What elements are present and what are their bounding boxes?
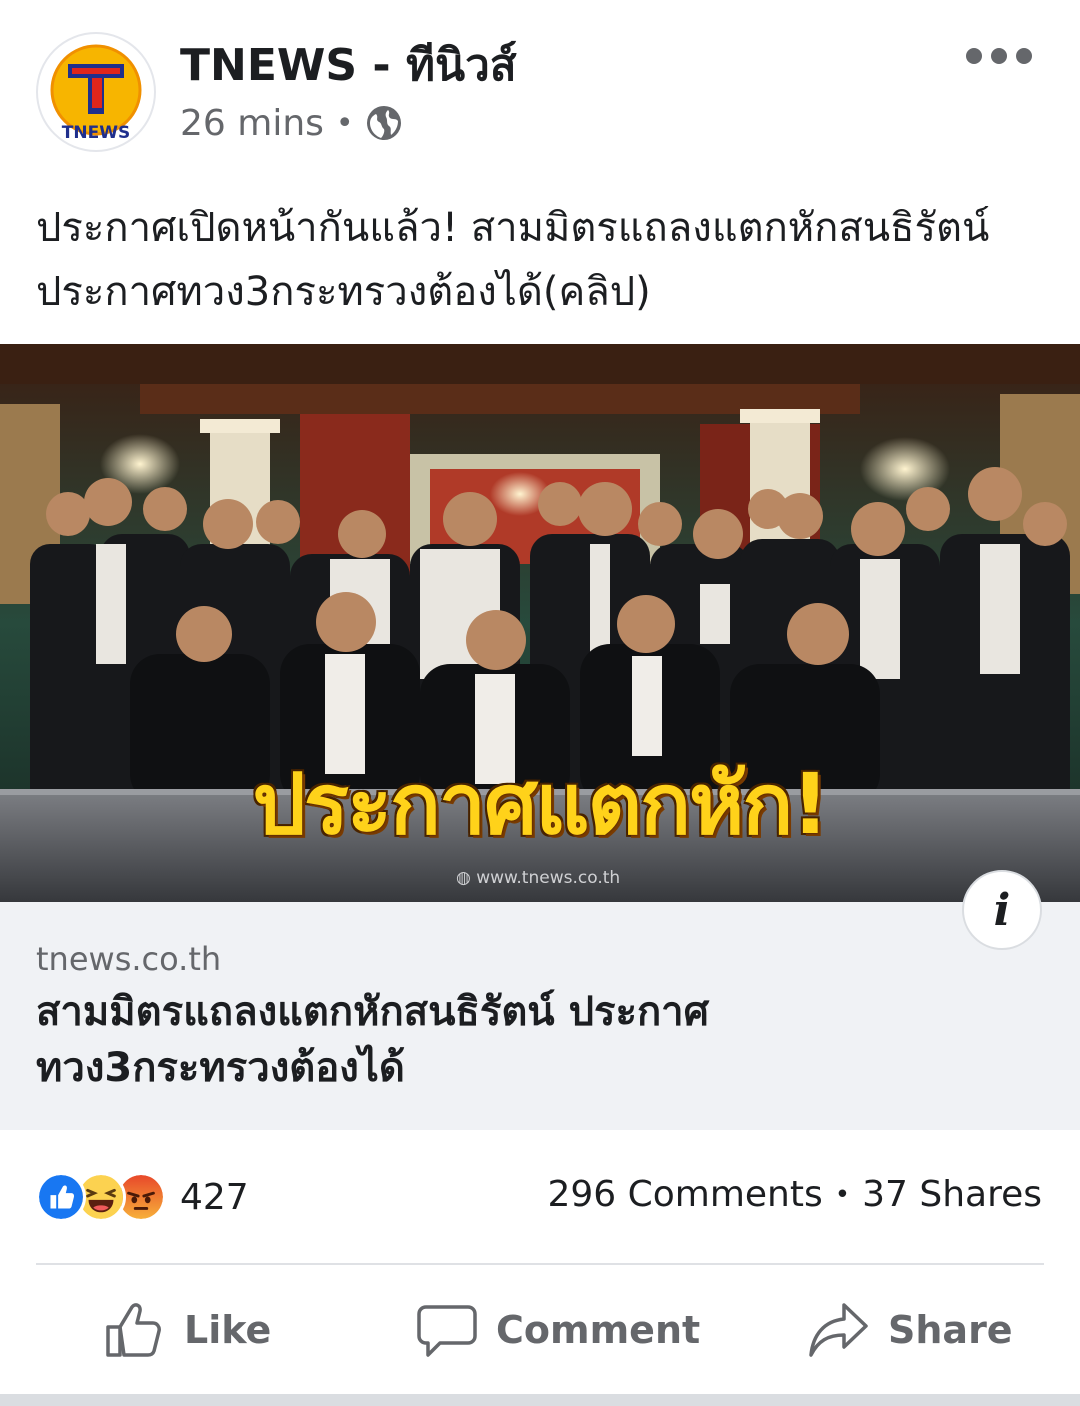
post-time[interactable]: 26 mins: [180, 103, 324, 144]
image-headline: ประกาศแตกหัก!: [252, 755, 830, 853]
share-button[interactable]: Share: [808, 1290, 1013, 1370]
more-dot: [966, 48, 982, 64]
tnews-logo-icon: TNEWS: [50, 44, 142, 143]
share-label: Share: [888, 1308, 1013, 1352]
feed-separator: [0, 1394, 1080, 1406]
reactions-summary[interactable]: 427: [36, 1172, 249, 1222]
page-avatar[interactable]: TNEWS: [36, 32, 156, 152]
shares-count[interactable]: 37 Shares: [862, 1174, 1042, 1215]
share-arrow-icon: [809, 1303, 868, 1357]
globe-icon: [366, 106, 401, 140]
comment-button[interactable]: Comment: [416, 1290, 700, 1370]
comments-count[interactable]: 296 Comments: [547, 1174, 822, 1215]
meta-separator: •: [335, 105, 354, 141]
comment-label: Comment: [496, 1308, 701, 1352]
link-preview-box[interactable]: tnews.co.th สามมิตรแถลงแตกหักสนธิรัตน์ ป…: [0, 902, 1080, 1130]
post-stats: 427 296 Comments • 37 Shares: [0, 1164, 1080, 1230]
counts-separator: •: [834, 1179, 851, 1210]
link-title: สามมิตรแถลงแตกหักสนธิรัตน์ ประกาศทวง3กระ…: [36, 989, 710, 1091]
info-button[interactable]: i: [962, 870, 1042, 950]
post-header: TNEWS TNEWS - ทีนิวส์ 26 mins •: [0, 0, 1080, 170]
post-meta: 26 mins •: [180, 100, 402, 146]
reaction-count: 427: [180, 1176, 249, 1218]
comment-bubble-icon: [417, 1305, 477, 1357]
image-watermark: ◍ www.tnews.co.th: [456, 868, 620, 888]
more-options-button[interactable]: [966, 38, 1032, 74]
watermark-globe-icon: ◍: [456, 868, 477, 888]
like-button[interactable]: Like: [104, 1290, 271, 1370]
link-preview-image[interactable]: ประกาศแตกหัก! ◍ www.tnews.co.th: [0, 344, 1080, 902]
page-name[interactable]: TNEWS - ทีนิวส์: [180, 30, 517, 100]
like-label: Like: [184, 1308, 272, 1352]
post-caption: ประกาศเปิดหน้ากันแล้ว! สามมิตรแถลงแตกหัก…: [36, 205, 990, 315]
link-domain: tnews.co.th: [36, 940, 222, 978]
more-dot: [991, 48, 1007, 64]
watermark-text: www.tnews.co.th: [476, 868, 621, 888]
like-icon: [36, 1172, 86, 1222]
stats-divider: [36, 1263, 1044, 1265]
thumbs-up-icon: [106, 1303, 161, 1357]
post-actions: Like Comment Share: [0, 1290, 1080, 1370]
engagement-counts: 296 Comments • 37 Shares: [547, 1174, 1042, 1215]
more-dot: [1016, 48, 1032, 64]
svg-text:TNEWS: TNEWS: [62, 123, 130, 143]
